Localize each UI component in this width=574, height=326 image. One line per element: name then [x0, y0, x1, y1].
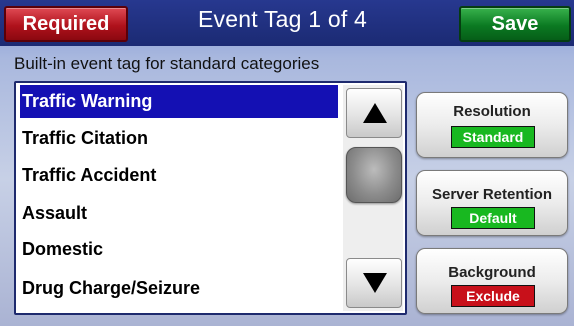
required-button[interactable]: Required	[4, 6, 128, 42]
list-item[interactable]: Drug Charge/Seizure	[20, 272, 338, 305]
header-bar: Required Event Tag 1 of 4 Save	[0, 0, 574, 46]
scroll-thumb[interactable]	[346, 147, 402, 203]
event-tag-list: Traffic Warning Traffic Citation Traffic…	[14, 81, 407, 315]
resolution-label: Resolution	[453, 103, 531, 120]
background-button[interactable]: Background Exclude	[416, 248, 568, 314]
resolution-button[interactable]: Resolution Standard	[416, 92, 568, 158]
save-button[interactable]: Save	[459, 6, 571, 42]
up-triangle-icon	[363, 103, 387, 123]
scroll-down-button[interactable]	[346, 258, 402, 308]
page-title: Event Tag 1 of 4	[197, 6, 367, 32]
list-item[interactable]: Domestic	[20, 233, 338, 266]
list-item[interactable]: Traffic Warning	[20, 85, 338, 118]
scroll-up-button[interactable]	[346, 88, 402, 138]
down-triangle-icon	[363, 273, 387, 293]
scrollbar[interactable]	[343, 85, 403, 311]
server-retention-button[interactable]: Server Retention Default	[416, 170, 568, 236]
server-retention-value-badge: Default	[451, 207, 535, 229]
resolution-value-badge: Standard	[451, 126, 535, 148]
description-text: Built-in event tag for standard categori…	[14, 54, 320, 73]
list-item[interactable]: Traffic Accident	[20, 159, 338, 192]
server-retention-label: Server Retention	[431, 186, 553, 203]
background-value-badge: Exclude	[451, 285, 535, 307]
list-item[interactable]: Traffic Citation	[20, 122, 338, 155]
list-item[interactable]: Assault	[20, 197, 338, 230]
app-screen: Required Event Tag 1 of 4 Save Built-in …	[0, 0, 574, 326]
background-label: Background	[448, 264, 536, 281]
